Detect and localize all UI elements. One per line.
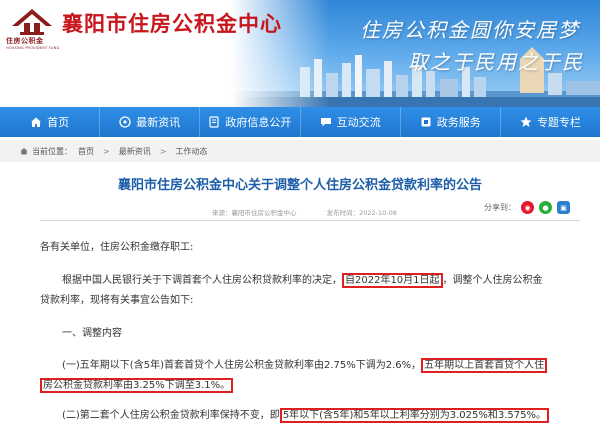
article-paragraph-1: 根据中国人民银行关于下调首套个人住房公积贷款利率的决定， 自2022年10月1日起… — [62, 273, 543, 288]
nav-item-label: 政府信息公开 — [225, 116, 292, 129]
qzone-icon[interactable]: ▣ — [557, 201, 570, 214]
article-meta: 来源：襄阳市住房公积金中心 发布时间：2022-10-08 — [212, 207, 425, 217]
nav-item-home[interactable]: 首页 — [0, 107, 101, 137]
nav-item-label: 政务服务 — [436, 116, 481, 129]
nav-item-label: 专题专栏 — [536, 116, 581, 129]
logo-text-cn: 住房公积金 — [6, 37, 44, 45]
share-bar: 分享到： ◉ ● ▣ — [484, 201, 570, 214]
weibo-icon[interactable]: ◉ — [521, 201, 534, 214]
nav-item-column[interactable]: 专题专栏 — [501, 107, 600, 137]
article-greeting: 各有关单位，住房公积金缴存职工: — [40, 242, 194, 253]
news-icon — [119, 116, 131, 128]
breadcrumb-separator: > — [159, 146, 167, 156]
article-paragraph-3: (二)第二套个人住房公积金贷款利率保持不变，即 5年以下(含5年)和5年以上利率分… — [62, 408, 549, 423]
share-label: 分享到： — [484, 203, 516, 212]
nav-item-label: 首页 — [47, 116, 70, 129]
service-icon — [421, 117, 431, 127]
chat-icon — [320, 118, 331, 127]
section-heading-1: 一、调整内容 — [62, 328, 122, 339]
text: ，调整个人住房公积金 — [442, 275, 543, 286]
highlight-rate-1: 五年期以上首套首贷个人住 — [421, 358, 548, 373]
location-icon — [20, 148, 28, 155]
wechat-icon[interactable]: ● — [539, 201, 552, 214]
nav-item-label: 最新资讯 — [136, 116, 181, 129]
nav-item-interact[interactable]: 互动交流 — [301, 107, 401, 137]
text: (一)五年期以下(含5年)首套首贷个人住房公积金贷款利率由2.75%下调为2.6… — [62, 360, 422, 371]
article-paragraph-1-cont: 贷款利率，现将有关事宜公告如下: — [40, 295, 194, 306]
text: 根据中国人民银行关于下调首套个人住房公积贷款利率的决定， — [62, 275, 342, 286]
breadcrumb-link-work[interactable]: 工作动态 — [175, 146, 207, 157]
article-title: 襄阳市住房公积金中心关于调整个人住房公积金贷款利率的公告 — [117, 178, 482, 193]
site-title: 襄阳市住房公积金中心 — [62, 12, 282, 36]
breadcrumb-link-news[interactable]: 最新资讯 — [119, 146, 151, 157]
article-paragraph-2-cont: 房公积金贷款利率由3.25%下调至3.1%。 — [40, 378, 234, 393]
header-banner: 住房公积金 HOUSING PROVIDENT FUND 襄阳市住房公积金中心 … — [0, 0, 600, 107]
article-source: 来源：襄阳市住房公积金中心 — [212, 209, 297, 217]
breadcrumb-prefix: 当前位置： — [32, 146, 72, 156]
nav-item-info[interactable]: 政府信息公开 — [200, 107, 301, 137]
logo-text-en: HOUSING PROVIDENT FUND — [6, 46, 60, 50]
slogan-line-1: 住房公积金圆你安居梦 — [360, 18, 580, 42]
slogan-line-2: 取之于民用之于民 — [408, 50, 584, 74]
breadcrumb-separator: > — [103, 146, 110, 156]
highlight-rate-2: 5年以下(含5年)和5年以上利率分别为3.025%和3.575%。 — [279, 408, 549, 423]
nav-item-service[interactable]: 政务服务 — [401, 107, 501, 137]
column-icon — [520, 116, 532, 127]
main-nav: 首页 最新资讯 政府信息公开 互动交流 政务服务 专题专栏 — [0, 107, 600, 137]
nav-item-news[interactable]: 最新资讯 — [100, 107, 201, 137]
nav-item-label: 互动交流 — [336, 116, 381, 129]
text: (二)第二套个人住房公积金贷款利率保持不变，即 — [62, 410, 280, 421]
breadcrumb-link-home[interactable]: 首页 — [78, 146, 94, 157]
highlight-date: 自2022年10月1日起 — [342, 273, 443, 288]
provident-fund-logo — [12, 9, 52, 35]
article-date: 发布时间：2022-10-08 — [326, 209, 397, 217]
breadcrumb: 当前位置： 首页 > 最新资讯 > 工作动态 — [0, 140, 600, 162]
info-icon — [209, 116, 220, 128]
title-divider — [40, 220, 580, 221]
home-icon — [31, 117, 42, 127]
article-paragraph-2: (一)五年期以下(含5年)首套首贷个人住房公积金贷款利率由2.75%下调为2.6… — [62, 358, 548, 373]
highlight-rate-1-cont: 房公积金贷款利率由3.25%下调至3.1%。 — [40, 378, 234, 393]
